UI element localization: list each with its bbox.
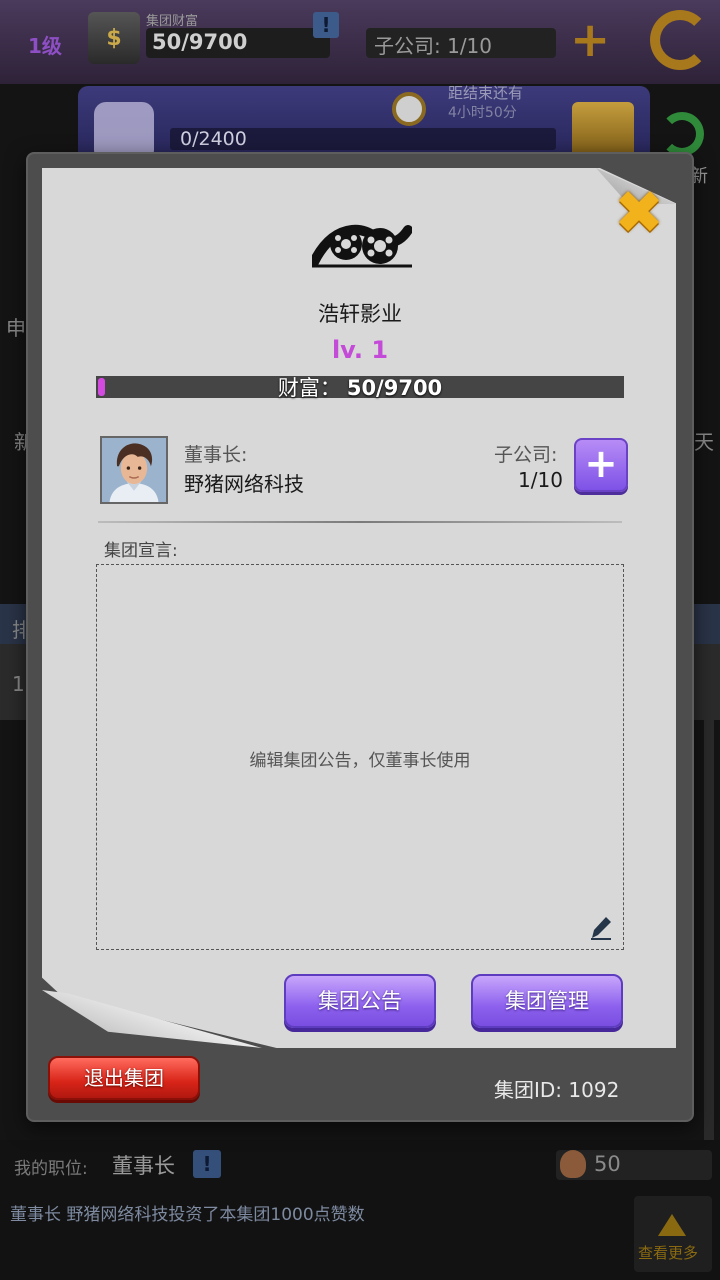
group-name: 浩轩影业 (318, 302, 402, 326)
group-announcement-button[interactable]: 集团公告 (284, 974, 436, 1028)
refresh-icon[interactable] (660, 112, 704, 156)
divider (98, 521, 622, 523)
gift-icon[interactable] (572, 102, 634, 158)
thumbs-up-icon (94, 102, 154, 158)
player-level: 1级 (28, 34, 62, 58)
deadline-label: 距结束还有 (448, 84, 524, 102)
group-id: 集团ID: 1092 (494, 1078, 620, 1102)
wealth-value: 50/9700 (152, 30, 248, 54)
manifesto-label: 集团宣言: (104, 541, 178, 561)
add-icon[interactable]: + (570, 16, 610, 64)
group-level: lv. 1 (331, 336, 389, 364)
group-management-button[interactable]: 集团管理 (471, 974, 623, 1028)
row-rank: 1 (12, 672, 25, 696)
position-label: 我的职位: (14, 1159, 88, 1179)
leave-group-button[interactable]: 退出集团 (48, 1056, 200, 1100)
likes-value: 50 (594, 1152, 621, 1176)
chairman-name: 野猪网络科技 (184, 472, 304, 496)
view-more-label: 查看更多 (638, 1244, 699, 1262)
wealth-safe-icon: $ (88, 12, 140, 64)
wealth-value: 50/9700 (346, 376, 443, 400)
wealth-title: 集团财富 (146, 14, 199, 29)
side-tab-day[interactable]: 天 (694, 426, 714, 455)
chairman-label: 董事长: (184, 444, 248, 466)
wealth-readout: 财富： 50/9700 (0, 372, 720, 402)
position-value: 董事长 (112, 1154, 175, 1178)
close-x-icon[interactable]: ✖ (606, 178, 672, 248)
deadline-time: 4小时50分 (448, 105, 517, 121)
back-arrow-icon[interactable] (650, 10, 710, 70)
film-reel-logo-icon (312, 224, 412, 268)
scrollbar[interactable] (704, 720, 714, 1140)
up-triangle-icon (658, 1214, 686, 1236)
subsidiary-label: 子公司: (494, 444, 558, 466)
subsidiary-count: 子公司: 1/10 (374, 34, 493, 58)
task-progress-text: 0/2400 (180, 128, 247, 150)
exclamation-icon[interactable]: ! (193, 1150, 221, 1178)
wealth-label: 财富： (277, 376, 341, 400)
avatar[interactable] (100, 436, 168, 504)
money-bag-icon (560, 1150, 586, 1178)
clock-icon (392, 92, 426, 126)
add-subsidiary-button[interactable]: + (574, 438, 628, 492)
subsidiary-count: 1/10 (518, 468, 563, 492)
manifesto-placeholder: 编辑集团公告，仅董事长使用 (249, 751, 471, 771)
exclamation-icon[interactable]: ! (313, 12, 339, 38)
pencil-edit-icon[interactable] (588, 914, 614, 940)
activity-message: 董事长 野猪网络科技投资了本集团1000点赞数 (10, 1205, 365, 1225)
